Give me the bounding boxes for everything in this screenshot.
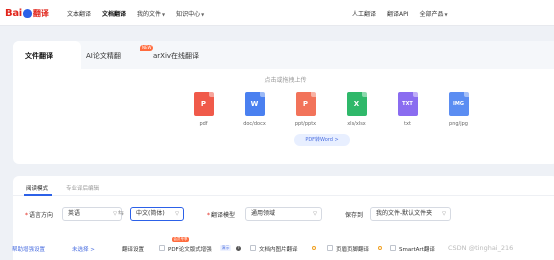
- tab-reading-mode[interactable]: 阅读模式: [26, 184, 48, 192]
- logo-suffix: 翻译: [32, 8, 49, 18]
- word-file-icon: W: [244, 92, 265, 116]
- help-enhance-settings-link[interactable]: 帮助增强设置: [12, 245, 45, 253]
- doc-image-label: 文档内图片翻译: [259, 247, 298, 253]
- nav-doc-translate[interactable]: 文档翻译: [102, 9, 126, 18]
- format-label: pdf: [199, 121, 208, 127]
- format-ppt[interactable]: P ppt/pptx: [280, 92, 331, 127]
- nav-human-translate[interactable]: 人工翻译: [352, 9, 376, 18]
- excel-file-icon: X: [346, 92, 367, 116]
- format-label: png/jpg: [449, 121, 468, 127]
- help-icon[interactable]: ?: [236, 246, 241, 251]
- pdf-enhance-checkbox[interactable]: [159, 245, 165, 251]
- translation-model-select[interactable]: 通用领域 ▽: [245, 207, 322, 221]
- format-label: doc/docx: [243, 121, 266, 127]
- target-language-select[interactable]: 中文(简体) ▽: [130, 207, 184, 221]
- format-label: txt: [404, 121, 411, 127]
- pdf-to-word-button[interactable]: PDF转Word >: [294, 134, 350, 146]
- save-to-label: 保存到: [345, 212, 364, 219]
- chevron-down-icon: ▼: [444, 12, 448, 17]
- new-badge: NEW: [140, 45, 154, 51]
- active-tab-underline: [24, 194, 52, 196]
- language-direction-label: *语言方向: [25, 212, 54, 219]
- format-image[interactable]: IMG png/jpg: [433, 92, 484, 127]
- format-label: xls/xlsx: [347, 121, 366, 127]
- save-location-select[interactable]: 我的文件-默认文件夹 ▽: [370, 207, 451, 221]
- chevron-down-icon: ▽: [175, 211, 179, 217]
- info-icon[interactable]: [312, 246, 316, 250]
- translation-settings-label: 翻译设置: [122, 247, 145, 253]
- ppt-file-icon: P: [295, 92, 316, 116]
- format-list: P pdf W doc/docx P ppt/pptx X xls/xlsx T…: [178, 92, 484, 127]
- swap-languages-icon[interactable]: ⇆: [118, 209, 124, 217]
- source-language-select[interactable]: 英语 ▽: [62, 207, 122, 221]
- tab-pro-edit[interactable]: 专业译后编辑: [66, 184, 99, 192]
- header-footer-checkbox[interactable]: [327, 245, 333, 251]
- chevron-down-icon: ▽: [313, 211, 317, 217]
- unselected-link[interactable]: 未选择 >: [72, 245, 95, 253]
- info-icon[interactable]: [378, 246, 382, 250]
- upload-hint[interactable]: 点击或拖拽上传: [13, 75, 554, 84]
- nav-knowledge-center[interactable]: 知识中心▼: [176, 9, 204, 18]
- mode-tabs: 阅读模式 专业译后编辑: [13, 176, 554, 196]
- translation-model-text: 翻译模型: [211, 212, 236, 219]
- nav-all-products-label: 全部产品: [419, 11, 444, 18]
- nav-my-files-label: 我的文件: [137, 11, 162, 18]
- tab-arxiv[interactable]: arXiv在线翻译: [153, 51, 199, 61]
- chevron-down-icon: ▽: [113, 211, 117, 217]
- image-file-icon: IMG: [448, 92, 469, 116]
- csdn-watermark: CSDN @tinghai_216: [448, 244, 514, 252]
- smartart-label: SmartArt翻译: [399, 247, 435, 253]
- secondary-nav: 人工翻译 翻译API 全部产品▼: [352, 9, 459, 18]
- smartart-checkbox[interactable]: [390, 245, 396, 251]
- logo-text: Bai: [5, 7, 22, 19]
- chevron-down-icon: ▽: [442, 211, 446, 217]
- chevron-down-icon: ▼: [162, 12, 166, 17]
- top-navigation-bar: Bai 翻译 文本翻译 文档翻译 我的文件▼ 知识中心▼ 人工翻译 翻译API …: [0, 0, 554, 26]
- pdf-file-icon: P: [193, 92, 214, 116]
- demo-badge[interactable]: 演示: [220, 245, 231, 251]
- nav-my-files[interactable]: 我的文件▼: [137, 9, 165, 18]
- nav-all-products[interactable]: 全部产品▼: [420, 9, 448, 18]
- translation-model-value: 通用领域: [251, 210, 276, 217]
- paw-icon: [22, 8, 32, 18]
- tab-ai-paper[interactable]: AI论文精翻: [86, 51, 121, 61]
- nav-knowledge-label: 知识中心: [176, 11, 201, 18]
- baidu-translate-logo[interactable]: Bai 翻译: [5, 6, 49, 20]
- translation-model-label: *翻译模型: [207, 212, 236, 219]
- format-pdf[interactable]: P pdf: [178, 92, 229, 127]
- source-language-value: 英语: [68, 210, 81, 217]
- upload-card: 文件翻译 AI论文精翻 NEW arXiv在线翻译 点击或拖拽上传 P pdf …: [13, 41, 554, 164]
- target-language-value: 中文(简体): [136, 210, 165, 217]
- format-label: ppt/pptx: [294, 121, 317, 127]
- main-nav: 文本翻译 文档翻译 我的文件▼ 知识中心▼: [67, 9, 215, 18]
- language-direction-text: 语言方向: [29, 212, 54, 219]
- format-txt[interactable]: TXT txt: [382, 92, 433, 127]
- nav-text-translate[interactable]: 文本翻译: [67, 9, 91, 18]
- pdf-enhance-label: PDF论文版式增强: [168, 247, 212, 253]
- nav-translate-api[interactable]: 翻译API: [387, 9, 409, 18]
- chevron-down-icon: ▼: [201, 12, 205, 17]
- save-location-value: 我的文件-默认文件夹: [376, 210, 433, 217]
- format-word[interactable]: W doc/docx: [229, 92, 280, 127]
- doc-image-checkbox[interactable]: [250, 245, 256, 251]
- format-excel[interactable]: X xls/xlsx: [331, 92, 382, 127]
- header-footer-label: 页眉页脚翻译: [336, 247, 370, 253]
- tab-file-translate[interactable]: 文件翻译: [25, 51, 53, 61]
- vip-badge: 会员专享: [172, 237, 189, 242]
- txt-file-icon: TXT: [397, 92, 418, 116]
